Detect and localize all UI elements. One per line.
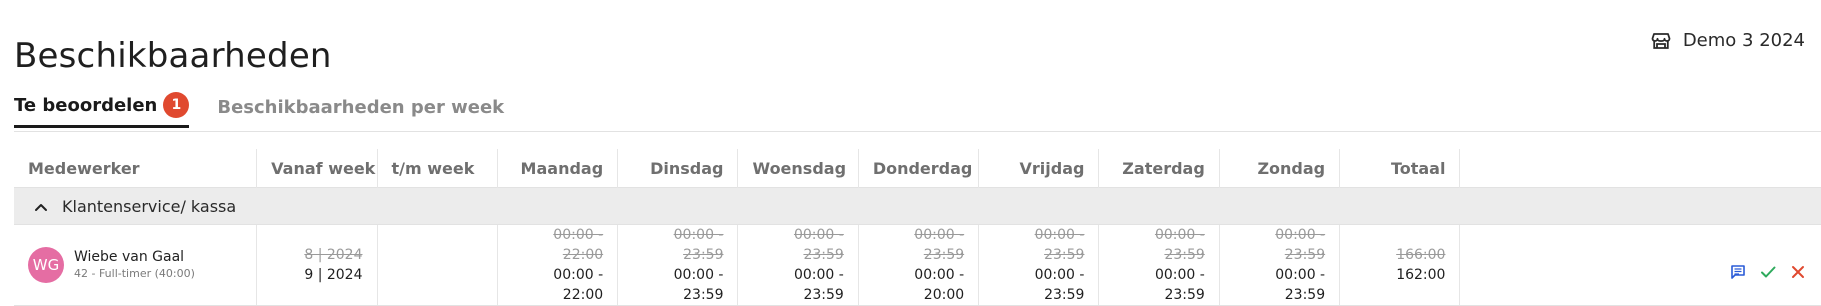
table-header-row: Medewerker Vanaf week t/m week Maandag D… (14, 149, 1821, 188)
thursday-old: 00:00 - 23:59 (914, 227, 965, 263)
header-dinsdag[interactable]: Dinsdag (617, 149, 739, 188)
thursday-new: 00:00 - 20:00 (914, 267, 965, 303)
store-selector[interactable]: Demo 3 2024 (1651, 30, 1805, 51)
employee-name: Wiebe van Gaal (74, 249, 185, 265)
monday-new: 00:00 - 22:00 (553, 267, 604, 303)
tuesday-new: 00:00 - 23:59 (673, 267, 724, 303)
tuesday-old: 00:00 - 23:59 (673, 227, 724, 263)
header-actions (1460, 149, 1821, 188)
sunday-new: 00:00 - 23:59 (1275, 267, 1326, 303)
tab-count-badge: 1 (163, 92, 190, 118)
tab-te-beoordelen[interactable]: Te beoordelen 1 (14, 92, 190, 128)
group-label: Klantenservice/ kassa (62, 196, 237, 216)
header-totaal[interactable]: Totaal (1339, 149, 1461, 188)
tab-label: Te beoordelen (14, 94, 158, 116)
approve-check-icon[interactable] (1759, 263, 1777, 281)
wednesday-old: 00:00 - 23:59 (793, 227, 844, 263)
group-row[interactable]: Klantenservice/ kassa (14, 187, 1821, 225)
total-old: 166:00 (1396, 247, 1446, 263)
header-woensdag[interactable]: Woensdag (737, 149, 859, 188)
wednesday-new: 00:00 - 23:59 (793, 267, 844, 303)
header-medewerker[interactable]: Medewerker (14, 149, 258, 188)
header-zondag[interactable]: Zondag (1219, 149, 1341, 188)
saturday-new: 00:00 - 23:59 (1154, 267, 1205, 303)
tabs-divider (14, 131, 1821, 132)
header-maandag[interactable]: Maandag (497, 149, 619, 188)
tab-beschikbaarheden-per-week[interactable]: Beschikbaarheden per week (217, 97, 504, 128)
tab-label: Beschikbaarheden per week (217, 97, 505, 118)
comment-icon[interactable] (1729, 263, 1747, 281)
row-actions (1474, 249, 1807, 281)
from-week-old: 8 | 2024 (304, 247, 363, 263)
friday-old: 00:00 - 23:59 (1034, 227, 1085, 263)
availability-table: Medewerker Vanaf week t/m week Maandag D… (14, 149, 1821, 306)
friday-new: 00:00 - 23:59 (1034, 267, 1085, 303)
page-title: Beschikbaarheden (14, 36, 332, 76)
sunday-old: 00:00 - 23:59 (1275, 227, 1326, 263)
header-tm-week[interactable]: t/m week (377, 149, 498, 188)
header-zaterdag[interactable]: Zaterdag (1098, 149, 1220, 188)
reject-close-icon[interactable] (1789, 263, 1807, 281)
store-name: Demo 3 2024 (1682, 30, 1805, 51)
avatar: WG (28, 247, 64, 283)
total-new: 162:00 (1396, 267, 1446, 283)
header-donderdag[interactable]: Donderdag (858, 149, 980, 188)
table-row: WG Wiebe van Gaal 42 - Full-timer (40:00… (14, 224, 1821, 306)
from-week-new: 9 | 2024 (304, 267, 363, 283)
header-vanaf-week[interactable]: Vanaf week (256, 149, 378, 188)
monday-old: 00:00 - 22:00 (553, 227, 604, 263)
chevron-up-icon[interactable] (34, 197, 48, 216)
to-week-cell (377, 224, 498, 306)
header-vrijdag[interactable]: Vrijdag (978, 149, 1100, 188)
store-icon (1651, 31, 1671, 51)
tab-bar: Te beoordelen 1 Beschikbaarheden per wee… (14, 92, 504, 128)
saturday-old: 00:00 - 23:59 (1154, 227, 1205, 263)
employee-contract: 42 - Full-timer (40:00) (74, 267, 195, 280)
